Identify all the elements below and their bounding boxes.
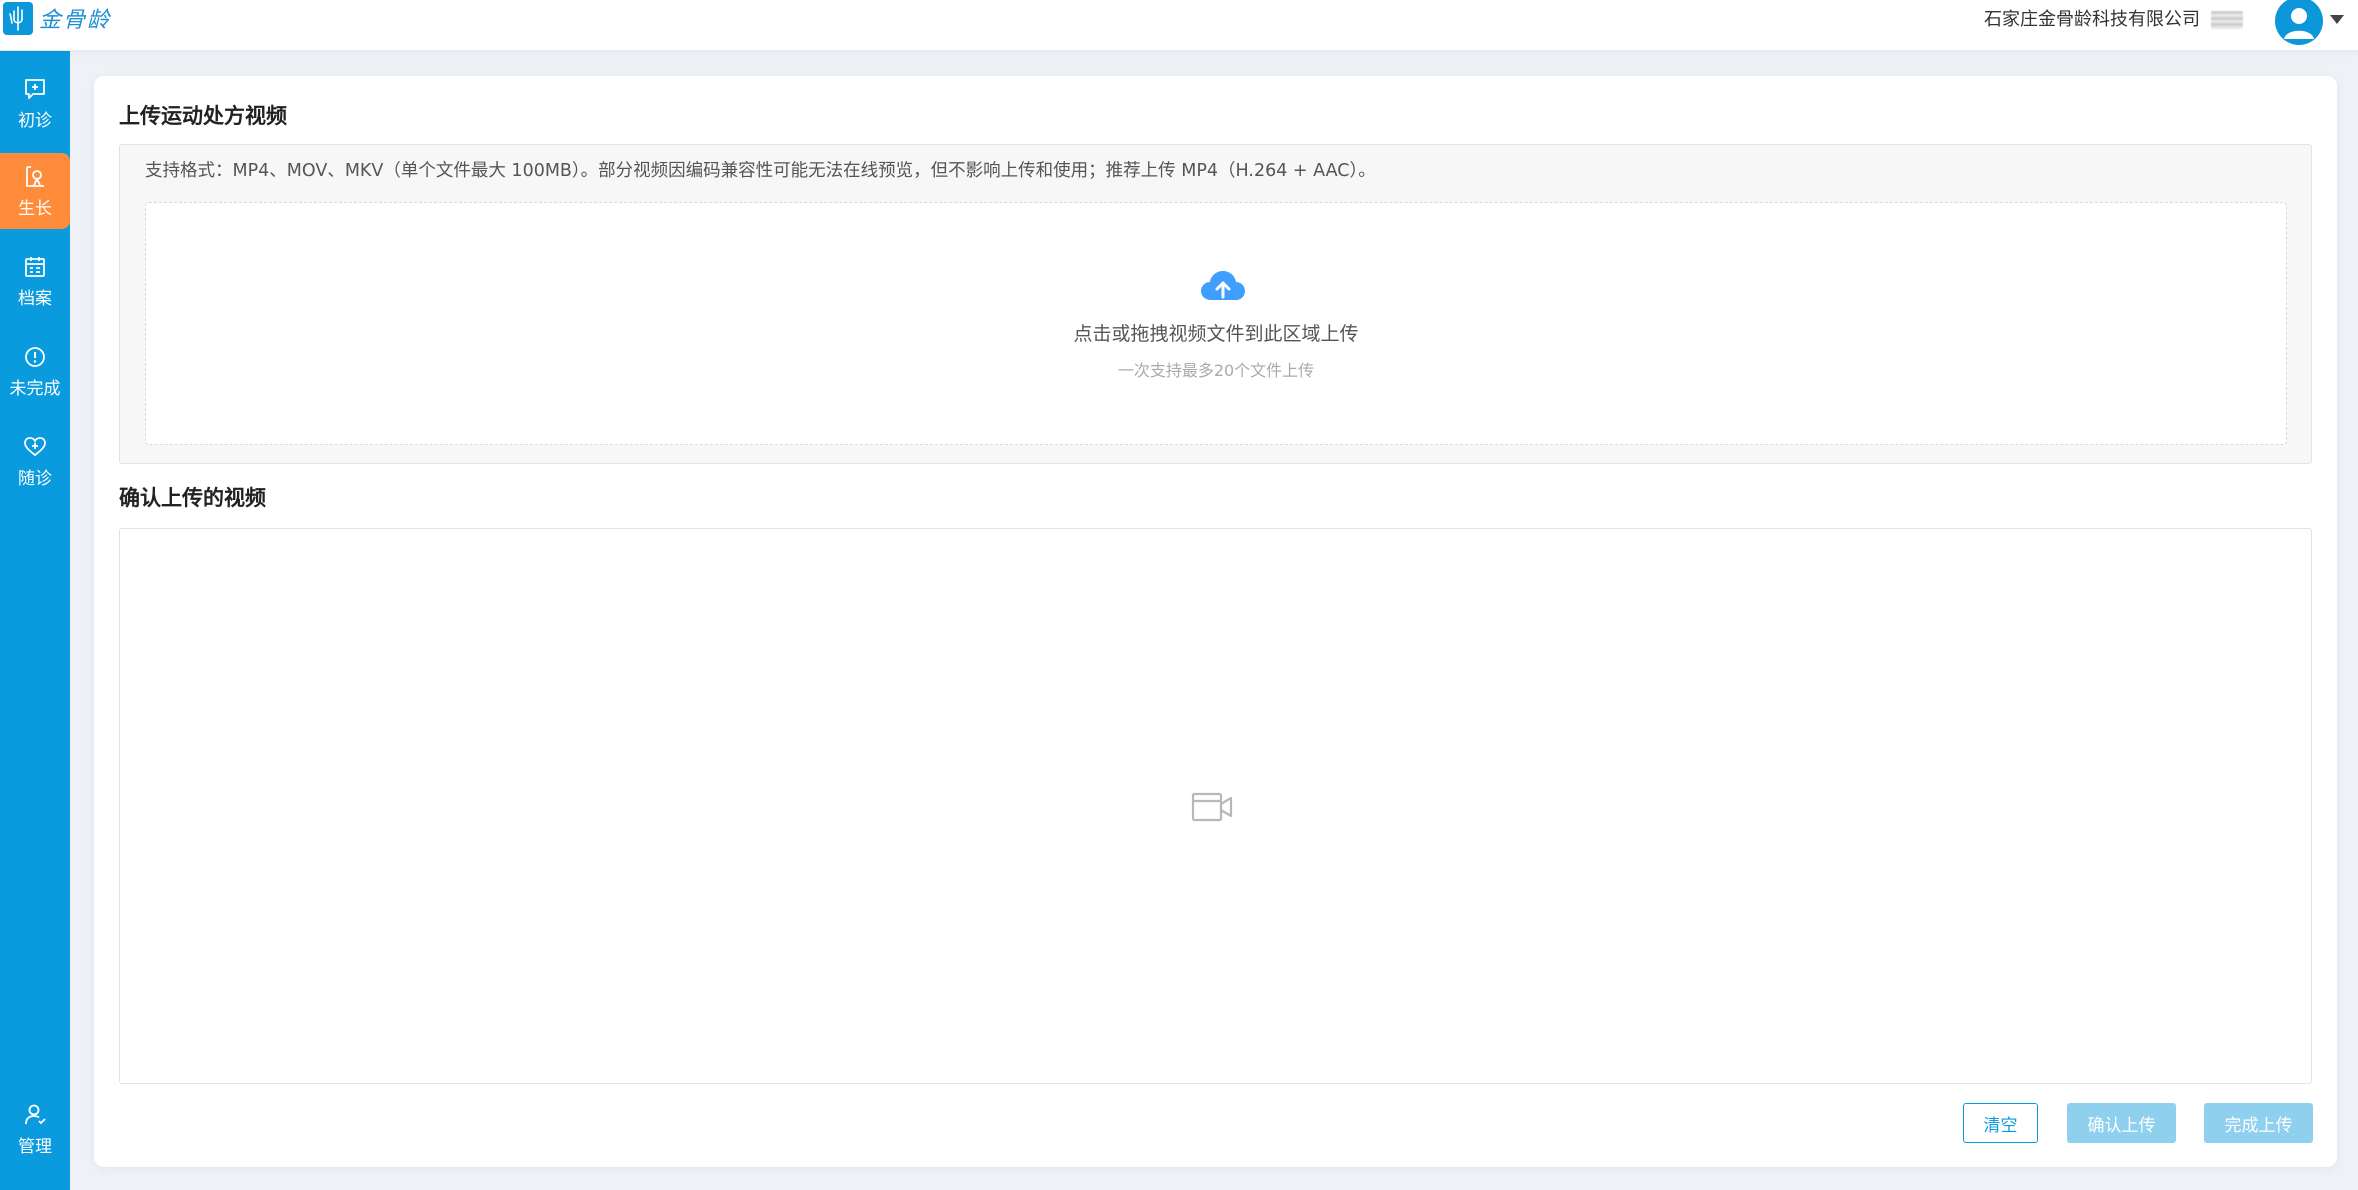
sidebar-item-label: 生长	[18, 198, 52, 219]
heart-plus-icon	[24, 436, 46, 456]
upload-section-title: 上传运动处方视频	[119, 104, 287, 128]
upload-panel: 支持格式：MP4、MOV、MKV（单个文件最大 100MB）。部分视频因编码兼容…	[119, 144, 2312, 464]
sidebar-item-growth[interactable]: 生长	[0, 153, 70, 229]
growth-chart-icon	[26, 165, 44, 187]
sidebar-item-label: 未完成	[9, 378, 61, 399]
video-dropzone[interactable]: 点击或拖拽视频文件到此区域上传 一次支持最多20个文件上传	[145, 202, 2287, 445]
sidebar-item-label: 档案	[18, 288, 52, 309]
sidebar-item-incomplete[interactable]: 未完成	[0, 333, 70, 409]
app-logo[interactable]: 金骨龄	[3, 0, 111, 36]
dropzone-text: 点击或拖拽视频文件到此区域上传	[1073, 323, 1359, 345]
sidebar-nav: 初诊 生长 档案 未完成 随诊 管理	[0, 51, 70, 1190]
message-plus-icon	[25, 78, 45, 99]
finish-upload-button[interactable]: 完成上传	[2204, 1103, 2313, 1143]
video-placeholder-icon	[1191, 792, 1233, 822]
dropzone-hint: 一次支持最多20个文件上传	[1117, 361, 1315, 380]
sidebar-item-manage[interactable]: 管理	[0, 1091, 70, 1167]
main-card: 上传运动处方视频 支持格式：MP4、MOV、MKV（单个文件最大 100MB）。…	[94, 76, 2337, 1167]
sidebar-item-initial-visit[interactable]: 初诊	[0, 65, 70, 141]
confirm-section-title: 确认上传的视频	[119, 486, 266, 510]
user-manage-icon	[25, 1104, 46, 1124]
sidebar-item-archive[interactable]: 档案	[0, 243, 70, 319]
sidebar-item-label: 初诊	[18, 110, 52, 131]
cloud-upload-icon	[1201, 271, 1245, 300]
hand-bone-logo-icon	[3, 1, 33, 35]
user-icon	[2284, 8, 2314, 39]
company-name: 石家庄金骨龄科技有限公司	[1984, 9, 2200, 30]
sidebar-item-label: 管理	[18, 1136, 52, 1157]
chevron-down-icon[interactable]	[2330, 15, 2344, 24]
alert-circle-icon	[25, 346, 45, 367]
format-tip: 支持格式：MP4、MOV、MKV（单个文件最大 100MB）。部分视频因编码兼容…	[145, 161, 1376, 181]
user-avatar[interactable]	[2275, 0, 2323, 45]
sidebar-item-follow-up[interactable]: 随诊	[0, 423, 70, 499]
logo-text: 金骨龄	[39, 8, 112, 33]
clear-button[interactable]: 清空	[1963, 1103, 2038, 1143]
confirm-upload-button[interactable]: 确认上传	[2067, 1103, 2176, 1143]
redacted-user-name	[2211, 11, 2243, 29]
video-preview-area	[119, 528, 2312, 1084]
sidebar-item-label: 随诊	[18, 468, 52, 489]
top-header: 金骨龄 石家庄金骨龄科技有限公司	[0, 0, 2358, 51]
calendar-file-icon	[25, 256, 45, 277]
